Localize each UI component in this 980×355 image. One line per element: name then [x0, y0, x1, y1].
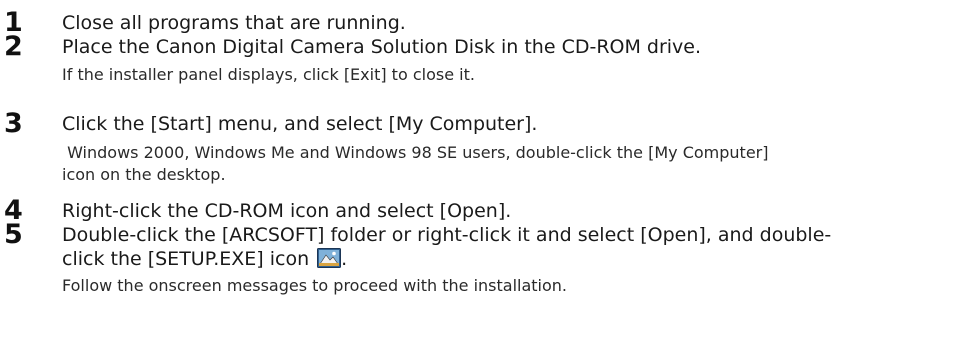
step-note: If the installer panel displays, click [… — [62, 65, 475, 84]
step-note: Follow the onscreen messages to proceed … — [62, 276, 567, 295]
step-note-continued: icon on the desktop. — [62, 165, 226, 184]
step-instruction: Close all programs that are running. — [62, 12, 406, 34]
step-note: Windows 2000, Windows Me and Windows 98 … — [62, 143, 769, 162]
step-instruction-text: click the [SETUP.EXE] icon — [62, 248, 310, 270]
step-instruction: Right-click the CD-ROM icon and select [… — [62, 200, 512, 222]
step-instruction: Double-click the [ARCSOFT] folder or rig… — [62, 224, 832, 246]
step-instruction-continued: click the [SETUP.EXE] icon . — [62, 247, 962, 274]
step-instruction: Place the Canon Digital Camera Solution … — [62, 36, 702, 58]
setup-exe-icon — [317, 248, 342, 274]
step-number: 3 — [4, 108, 23, 139]
step-instruction: Click the [Start] menu, and select [My C… — [62, 113, 538, 135]
step-number: 5 — [4, 219, 23, 250]
step-number: 2 — [4, 31, 23, 62]
step-instruction-period: . — [341, 248, 348, 270]
